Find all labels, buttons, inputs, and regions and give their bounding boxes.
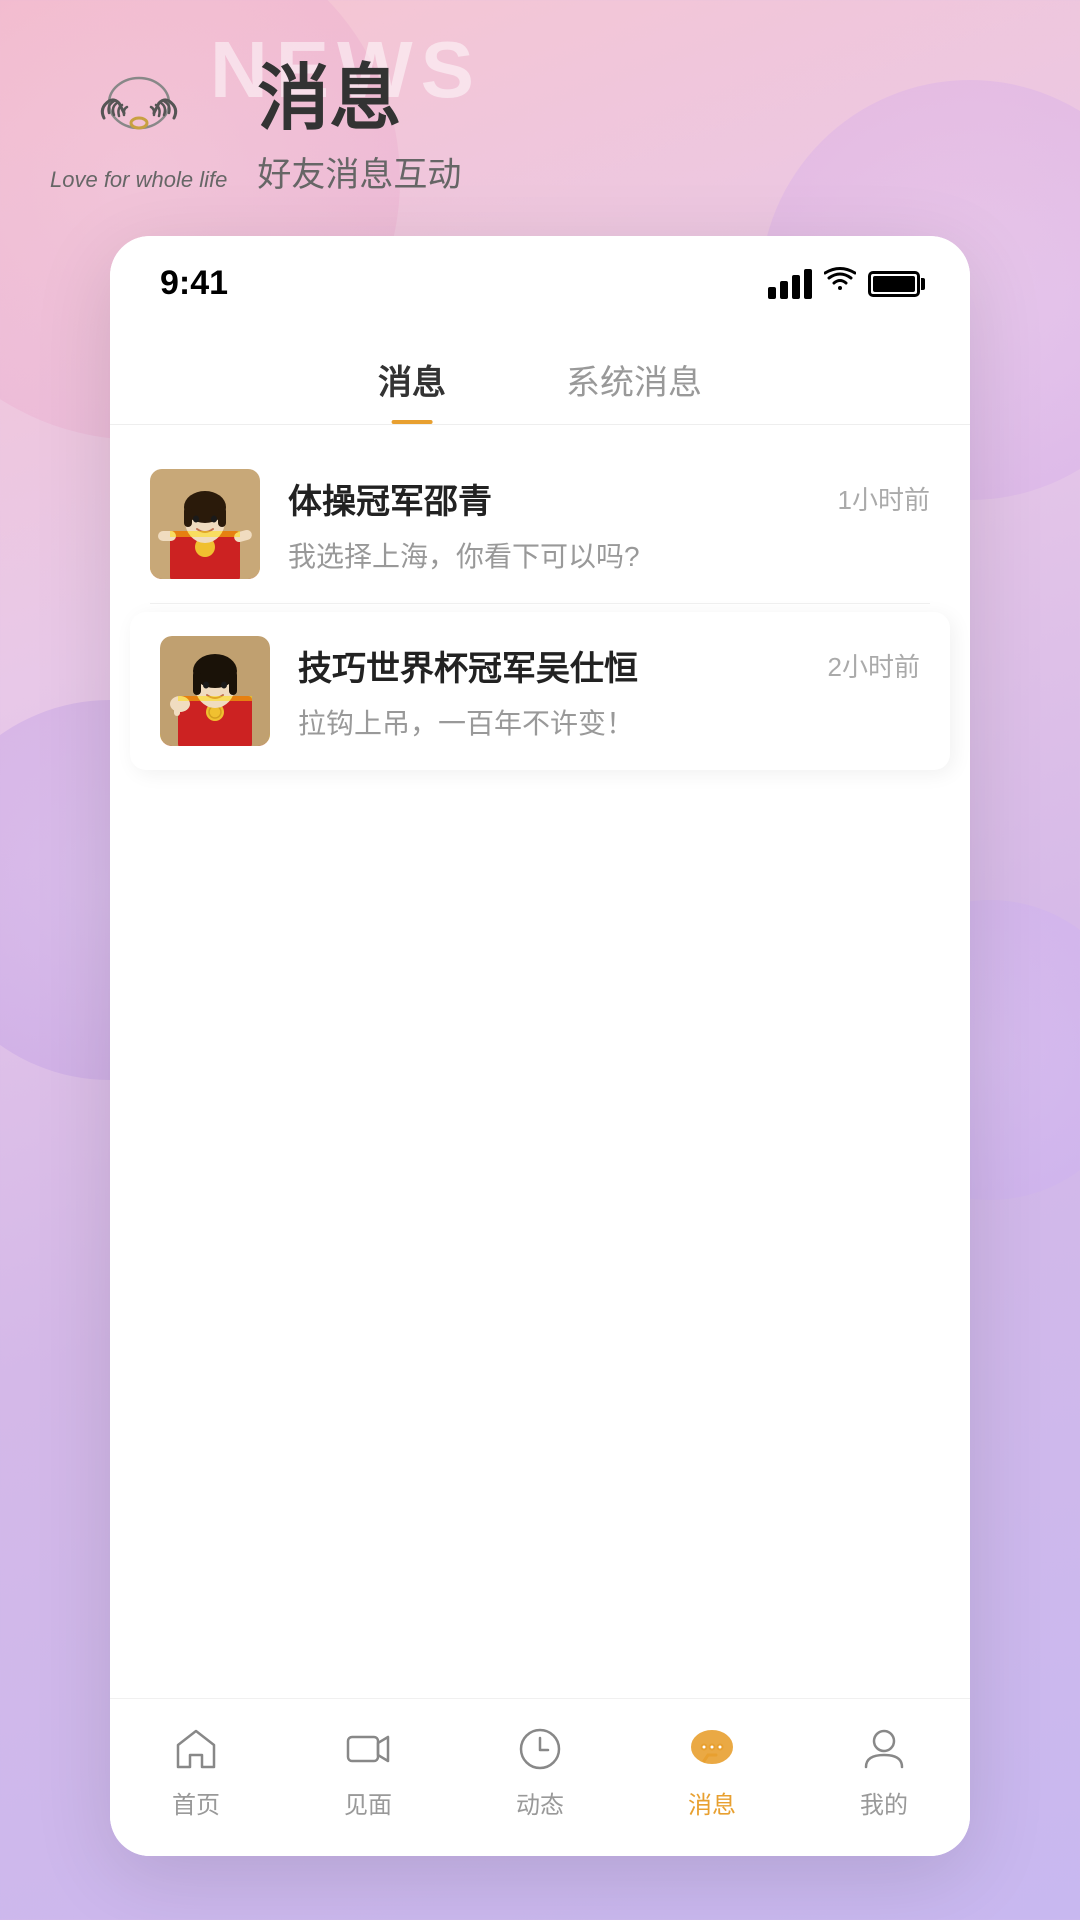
message-preview: 拉钩上吊，一百年不许变！ [298, 702, 920, 742]
header-title-area: NEWS 消息 好友消息互动 [257, 60, 461, 196]
tab-system-messages[interactable]: 系统消息 [566, 339, 702, 424]
nav-item-home[interactable]: 首页 [110, 1723, 282, 1820]
avatar [160, 636, 270, 746]
message-preview: 我选择上海，你看下可以吗? [288, 535, 930, 575]
wifi-icon [824, 266, 856, 301]
avatar [150, 469, 260, 579]
nav-label-messages: 消息 [688, 1785, 736, 1820]
divider [150, 603, 930, 604]
status-icons [768, 266, 920, 301]
home-icon [170, 1723, 222, 1775]
chat-icon [686, 1723, 738, 1775]
page-header: Love for whole life NEWS 消息 好友消息互动 [0, 0, 1080, 236]
nav-label-home: 首页 [172, 1785, 220, 1820]
nav-label-mine: 我的 [860, 1785, 908, 1820]
logo-hands-icon [79, 63, 199, 163]
message-item[interactable]: 技巧世界杯冠军吴仕恒 2小时前 拉钩上吊，一百年不许变！ [130, 612, 950, 770]
page-title: 消息 [257, 60, 461, 139]
nav-item-messages[interactable]: 消息 [626, 1723, 798, 1820]
clock-icon [514, 1723, 566, 1775]
message-item[interactable]: 体操冠军邵青 1小时前 我选择上海，你看下可以吗? [110, 445, 970, 603]
message-header-row: 技巧世界杯冠军吴仕恒 2小时前 [298, 641, 920, 690]
message-name: 体操冠军邵青 [288, 474, 492, 523]
nav-item-meet[interactable]: 见面 [282, 1723, 454, 1820]
message-time: 2小时前 [828, 647, 920, 684]
phone-mockup: 9:41 消息 [110, 236, 970, 1856]
user-icon [858, 1723, 910, 1775]
logo-text: Love for whole life [50, 167, 227, 193]
status-bar: 9:41 [110, 236, 970, 319]
message-time: 1小时前 [838, 480, 930, 517]
nav-item-mine[interactable]: 我的 [798, 1723, 970, 1820]
message-header-row: 体操冠军邵青 1小时前 [288, 474, 930, 523]
battery-icon [868, 271, 920, 297]
nav-label-activity: 动态 [516, 1785, 564, 1820]
signal-icon [768, 269, 812, 299]
logo: Love for whole life [50, 63, 227, 193]
nav-label-meet: 见面 [344, 1785, 392, 1820]
tab-messages[interactable]: 消息 [378, 339, 446, 424]
nav-item-activity[interactable]: 动态 [454, 1723, 626, 1820]
video-icon [342, 1723, 394, 1775]
page-subtitle: 好友消息互动 [257, 147, 461, 196]
message-content: 技巧世界杯冠军吴仕恒 2小时前 拉钩上吊，一百年不许变！ [298, 641, 920, 742]
message-list: 体操冠军邵青 1小时前 我选择上海，你看下可以吗? [110, 425, 970, 798]
message-content: 体操冠军邵青 1小时前 我选择上海，你看下可以吗? [288, 474, 930, 575]
message-tabs: 消息 系统消息 [110, 319, 970, 425]
bottom-nav: 首页 见面 动态 [110, 1698, 970, 1856]
content-area [110, 798, 970, 1698]
message-name: 技巧世界杯冠军吴仕恒 [298, 641, 638, 690]
status-time: 9:41 [160, 264, 228, 303]
